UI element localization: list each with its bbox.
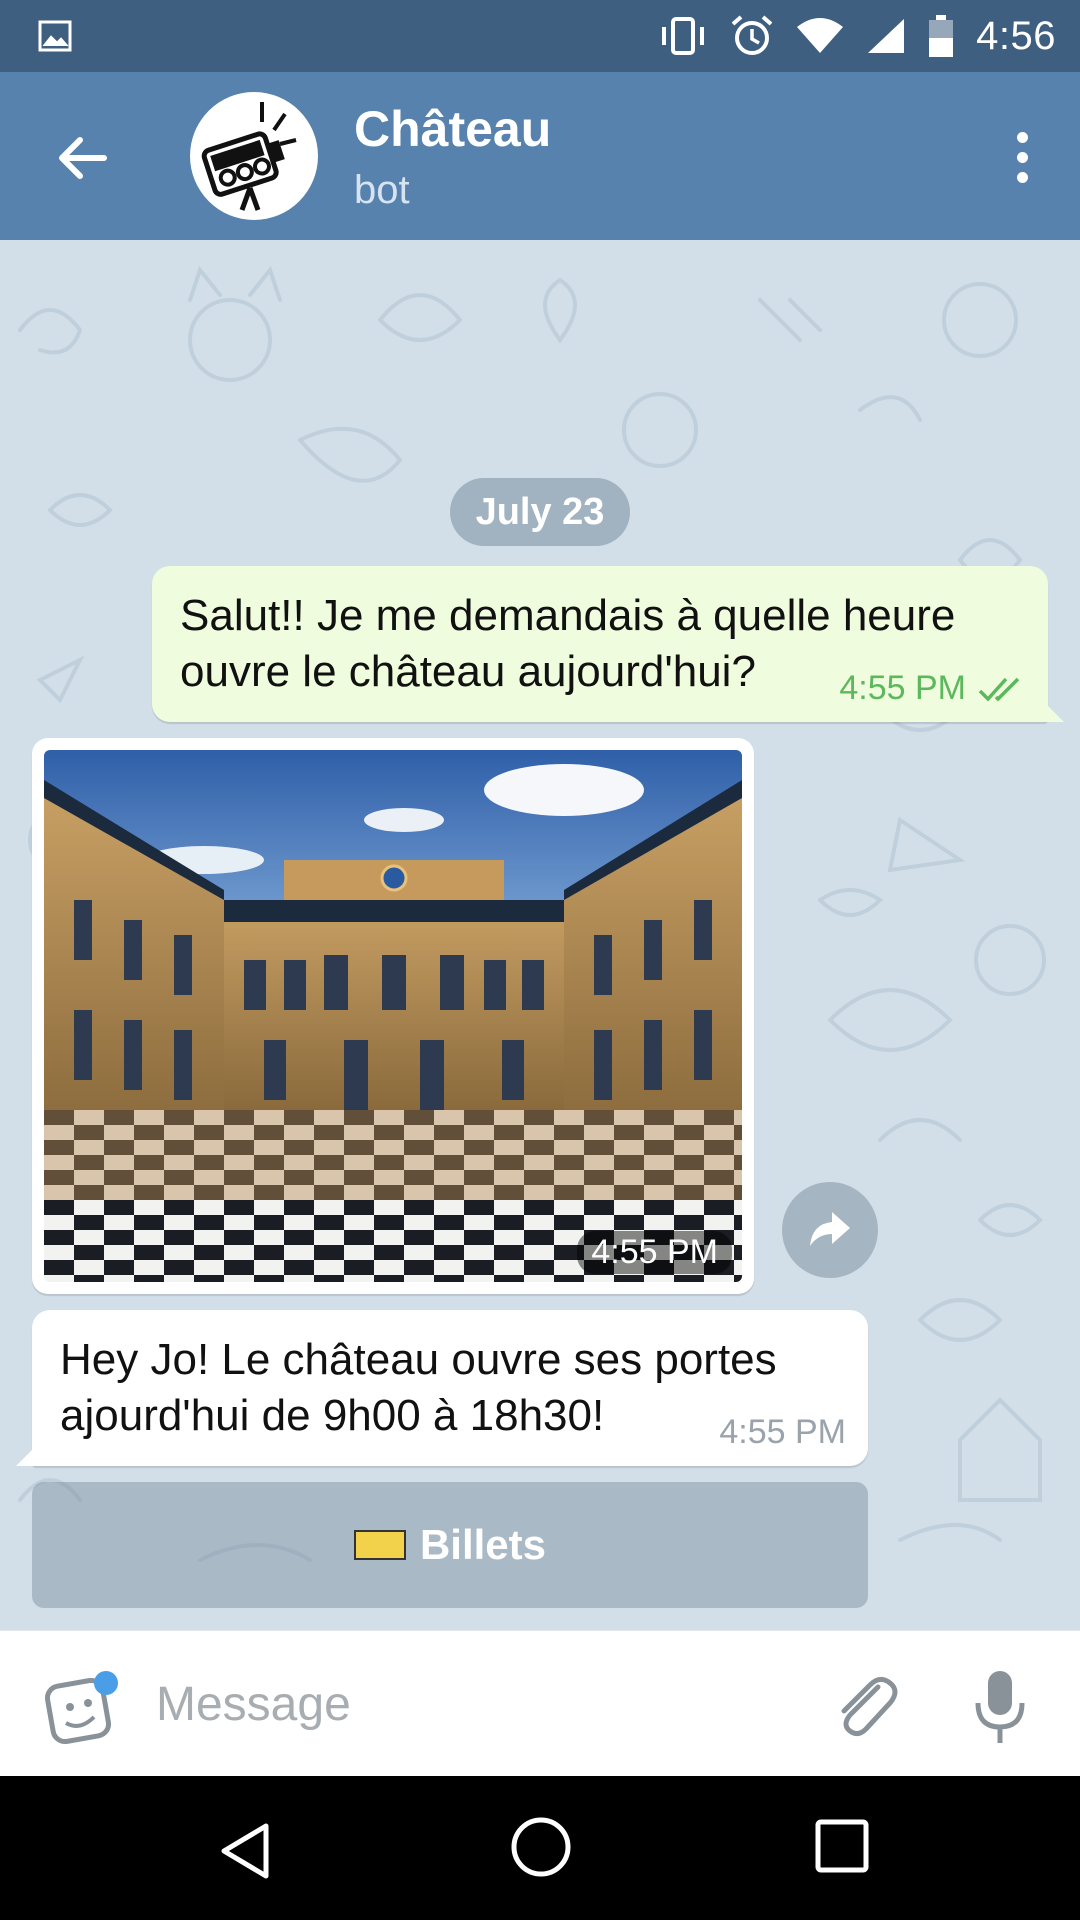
attach-button[interactable] — [828, 1667, 902, 1743]
double-check-icon — [978, 677, 1020, 702]
message-time: 4:55 PM — [719, 1413, 846, 1451]
status-bar: 4:56 — [0, 0, 1080, 72]
back-button[interactable] — [52, 128, 112, 188]
sticker-icon — [44, 1671, 118, 1745]
nav-recents-icon — [815, 1819, 869, 1873]
chat-header: Château bot — [0, 72, 1080, 240]
chat-area[interactable]: July 23 Salut!! Je me demandais à quelle… — [0, 240, 1080, 1630]
more-vert-icon — [1016, 131, 1028, 143]
message-composer — [0, 1630, 1080, 1776]
attach-icon — [841, 1677, 898, 1737]
outgoing-message[interactable]: Salut!! Je me demandais à quelle heure o… — [152, 566, 1064, 722]
wifi-icon — [797, 18, 844, 53]
inline-button-label: Billets — [419, 1521, 547, 1568]
message-input[interactable] — [156, 1667, 796, 1741]
status-clock: 4:56 — [976, 13, 1056, 58]
battery-icon — [929, 15, 954, 57]
ticket-icon — [353, 1530, 406, 1560]
voice-button[interactable] — [970, 1667, 1030, 1747]
nav-back-icon — [221, 1823, 269, 1879]
mic-icon — [975, 1671, 1025, 1743]
alarm-icon — [731, 15, 773, 55]
bot-avatar[interactable] — [190, 92, 318, 220]
chat-subtitle: bot — [354, 168, 410, 212]
message-meta: 4:55 PM — [839, 669, 1026, 708]
message-time: 4:55 PM — [839, 669, 966, 707]
signal-icon — [868, 19, 905, 53]
chateau-photo[interactable] — [44, 750, 742, 1282]
nav-home-button[interactable] — [508, 1814, 574, 1880]
system-nav-bar — [0, 1776, 1080, 1920]
nav-home-icon — [511, 1817, 571, 1877]
vibrate-icon — [662, 17, 705, 55]
incoming-message[interactable]: Hey Jo! Le château ouvre ses portes ajou… — [16, 1310, 868, 1466]
chateau-image — [44, 750, 742, 1282]
nav-recents-button[interactable] — [812, 1816, 872, 1876]
photo-message[interactable]: 4:55 PM — [32, 738, 754, 1294]
more-options-button[interactable] — [992, 122, 1052, 192]
photo-time: 4:55 PM — [577, 1231, 732, 1274]
nav-back-button[interactable] — [210, 1816, 280, 1886]
date-separator: July 23 — [450, 478, 630, 546]
chat-title[interactable]: Château — [354, 100, 551, 158]
sticker-button[interactable] — [42, 1669, 122, 1749]
share-arrow-icon — [810, 1212, 850, 1246]
image-icon — [38, 20, 72, 52]
inline-button-billets[interactable]: Billets — [32, 1482, 868, 1608]
share-button[interactable] — [782, 1182, 878, 1278]
projector-icon — [201, 102, 297, 211]
back-arrow-icon — [59, 137, 107, 179]
